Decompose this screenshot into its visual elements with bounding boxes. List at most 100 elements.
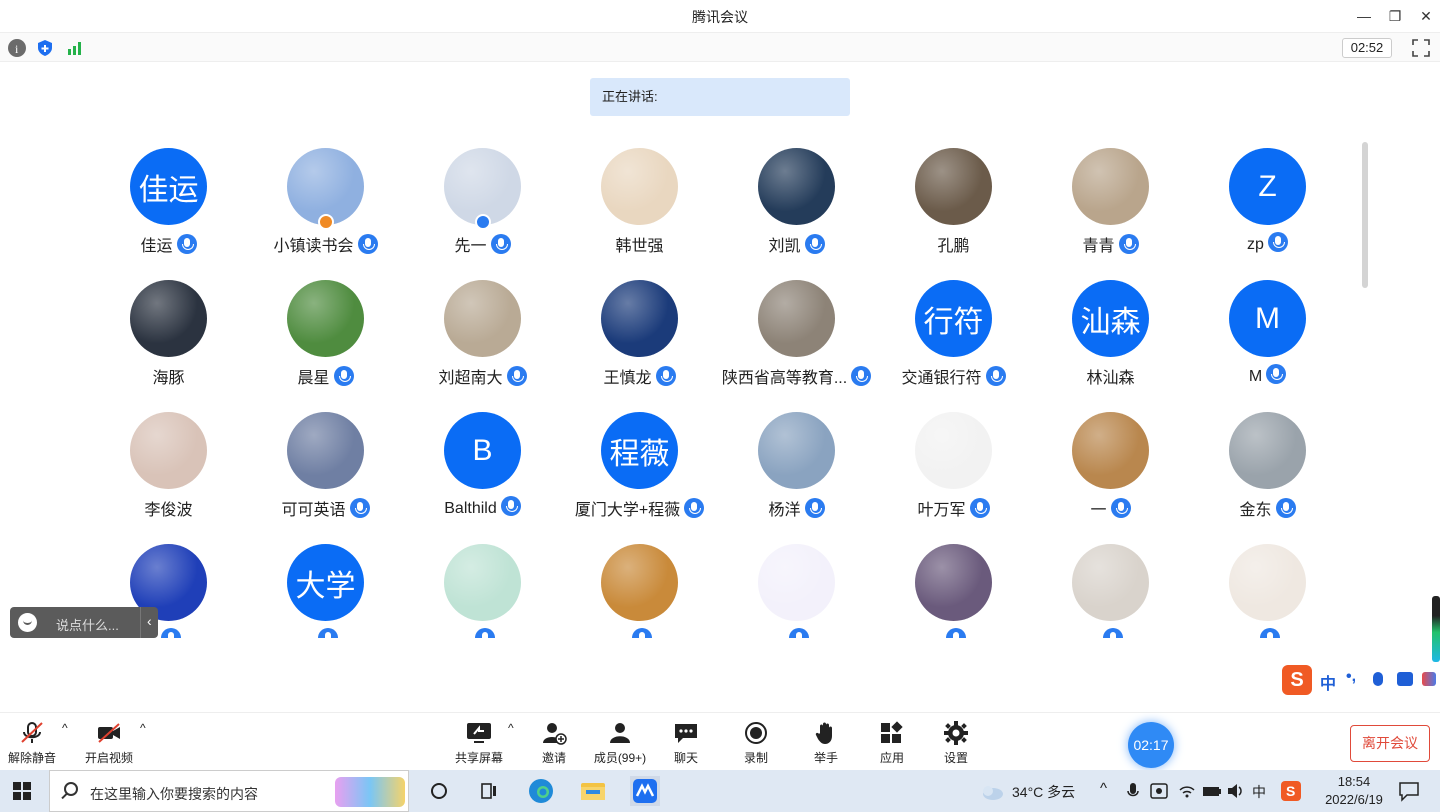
- participant-avatar[interactable]: M: [1229, 280, 1306, 357]
- participant-avatar[interactable]: [915, 544, 992, 621]
- participant-avatar[interactable]: [1072, 544, 1149, 621]
- participant-tile[interactable]: 汕森 林汕森: [1032, 280, 1189, 412]
- participant-tile[interactable]: 晨星: [247, 280, 404, 412]
- participant-avatar[interactable]: [1072, 148, 1149, 225]
- ime-skin-icon[interactable]: [1422, 672, 1436, 686]
- participant-tile[interactable]: 一: [1032, 412, 1189, 544]
- search-highlight-icon[interactable]: [335, 777, 405, 807]
- ime-keyboard-icon[interactable]: [1397, 672, 1413, 686]
- tray-mic-icon[interactable]: [1126, 782, 1140, 803]
- participant-tile[interactable]: B Balthild: [404, 412, 561, 544]
- participant-avatar[interactable]: [1229, 412, 1306, 489]
- participant-tile[interactable]: 海豚: [90, 280, 247, 412]
- participant-avatar[interactable]: 行符: [915, 280, 992, 357]
- restore-button[interactable]: ❐: [1385, 6, 1405, 26]
- participant-tile[interactable]: 青青: [1032, 148, 1189, 280]
- volume-icon[interactable]: [1226, 782, 1246, 803]
- chat-button[interactable]: 聊天: [672, 721, 700, 766]
- participant-tile[interactable]: [875, 544, 1032, 638]
- participant-avatar[interactable]: Z: [1229, 148, 1306, 225]
- unmute-button[interactable]: 解除静音: [8, 721, 56, 766]
- shield-icon[interactable]: [36, 39, 54, 57]
- participant-avatar[interactable]: [601, 280, 678, 357]
- video-options-caret[interactable]: ^: [140, 721, 146, 735]
- members-button[interactable]: 成员(99+): [590, 721, 650, 766]
- grid-scrollbar[interactable]: [1362, 142, 1368, 288]
- participant-avatar[interactable]: [915, 412, 992, 489]
- participant-tile[interactable]: [718, 544, 875, 638]
- participant-tile[interactable]: [404, 544, 561, 638]
- participant-tile[interactable]: 大学: [247, 544, 404, 638]
- chat-input-box[interactable]: 说点什么... ‹: [10, 607, 158, 638]
- invite-button[interactable]: 邀请: [538, 721, 570, 766]
- sogou-tray-icon[interactable]: S: [1280, 780, 1302, 805]
- participant-avatar[interactable]: 程薇: [601, 412, 678, 489]
- raise-hand-button[interactable]: 举手: [812, 721, 840, 766]
- participant-tile[interactable]: Zzp: [1189, 148, 1344, 280]
- weather-text[interactable]: 34°C 多云: [1012, 782, 1075, 802]
- participant-tile[interactable]: [1189, 544, 1344, 638]
- record-button[interactable]: 录制: [742, 721, 770, 766]
- tray-expand-icon[interactable]: ^: [1100, 780, 1107, 797]
- cortana-icon[interactable]: [426, 778, 452, 804]
- participant-avatar[interactable]: 佳运: [130, 148, 207, 225]
- file-explorer-icon[interactable]: [580, 778, 606, 804]
- participant-avatar[interactable]: [601, 544, 678, 621]
- emoji-icon[interactable]: [18, 613, 37, 632]
- share-screen-button[interactable]: 共享屏幕: [454, 721, 504, 766]
- participant-avatar[interactable]: [758, 412, 835, 489]
- collapse-chat-icon[interactable]: ‹: [147, 613, 152, 629]
- participant-avatar[interactable]: [1072, 412, 1149, 489]
- minimize-button[interactable]: —: [1354, 6, 1374, 26]
- participant-tile[interactable]: 韩世强: [561, 148, 718, 280]
- participant-tile[interactable]: [561, 544, 718, 638]
- participant-avatar[interactable]: [758, 148, 835, 225]
- participant-tile[interactable]: 佳运 佳运: [90, 148, 247, 280]
- participant-tile[interactable]: 叶万军: [875, 412, 1032, 544]
- audio-options-caret[interactable]: ^: [62, 721, 68, 735]
- participant-avatar[interactable]: [287, 280, 364, 357]
- participant-avatar[interactable]: B: [444, 412, 521, 489]
- task-view-icon[interactable]: [476, 778, 502, 804]
- participant-avatar[interactable]: [758, 280, 835, 357]
- wifi-icon[interactable]: [1178, 782, 1196, 803]
- participant-tile[interactable]: 可可英语: [247, 412, 404, 544]
- battery-icon[interactable]: [1202, 782, 1222, 803]
- participant-tile[interactable]: [1032, 544, 1189, 638]
- weather-icon[interactable]: [980, 783, 1004, 804]
- participant-avatar[interactable]: [1229, 544, 1306, 621]
- participant-avatar[interactable]: [758, 544, 835, 621]
- leave-meeting-button[interactable]: 离开会议: [1350, 725, 1430, 762]
- participant-tile[interactable]: 王慎龙: [561, 280, 718, 412]
- participant-avatar[interactable]: [444, 544, 521, 621]
- tencent-meeting-task-icon[interactable]: [630, 776, 660, 806]
- ime-punct[interactable]: •,: [1346, 668, 1356, 686]
- participant-tile[interactable]: 行符 交通银行符: [875, 280, 1032, 412]
- participant-tile[interactable]: 李俊波: [90, 412, 247, 544]
- participant-tile[interactable]: 程薇 厦门大学+程薇: [561, 412, 718, 544]
- windows-start-icon[interactable]: [13, 782, 31, 800]
- participant-tile[interactable]: 小镇读书会: [247, 148, 404, 280]
- ime-mode[interactable]: 中: [1320, 670, 1336, 694]
- participant-avatar[interactable]: [130, 412, 207, 489]
- participant-tile[interactable]: 刘超南大: [404, 280, 561, 412]
- close-button[interactable]: ✕: [1416, 6, 1436, 26]
- share-options-caret[interactable]: ^: [508, 721, 514, 735]
- settings-button[interactable]: 设置: [942, 721, 970, 766]
- sogou-logo-icon[interactable]: S: [1282, 665, 1312, 695]
- info-icon[interactable]: i: [8, 39, 26, 57]
- ime-voice-icon[interactable]: [1373, 672, 1383, 686]
- notification-icon[interactable]: [1398, 780, 1420, 805]
- participant-tile[interactable]: 先一: [404, 148, 561, 280]
- participant-avatar[interactable]: 大学: [287, 544, 364, 621]
- participant-avatar[interactable]: [287, 412, 364, 489]
- participant-avatar[interactable]: [130, 280, 207, 357]
- participant-tile[interactable]: 陕西省高等教育...: [718, 280, 875, 412]
- participant-avatar[interactable]: [915, 148, 992, 225]
- apps-button[interactable]: 应用: [878, 721, 906, 766]
- signal-icon[interactable]: [66, 39, 84, 57]
- start-video-button[interactable]: 开启视频: [84, 721, 134, 766]
- participant-avatar[interactable]: [444, 280, 521, 357]
- fullscreen-icon[interactable]: [1412, 39, 1430, 57]
- system-clock[interactable]: 18:54 2022/6/19: [1310, 773, 1398, 809]
